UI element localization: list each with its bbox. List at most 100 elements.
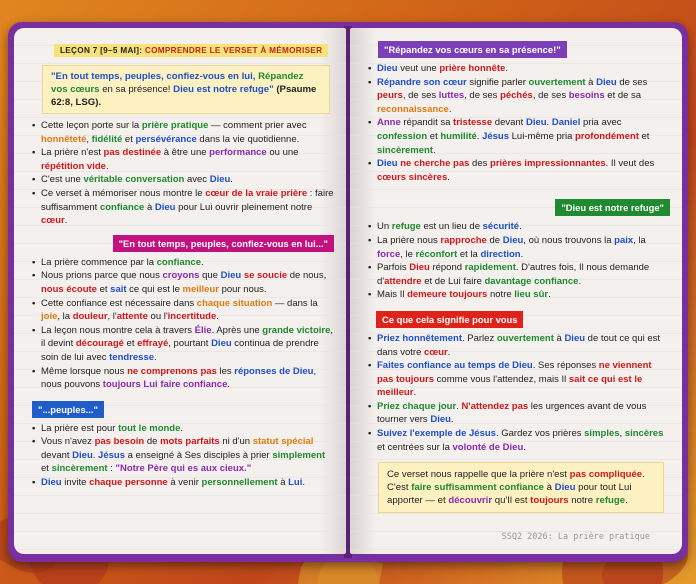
- text-span: pas besoin: [94, 436, 145, 448]
- text-span: se soucie: [243, 270, 288, 282]
- text-span: La prière est pour: [41, 422, 119, 434]
- text-span: de: [486, 234, 503, 246]
- text-span: prière pratique: [141, 120, 209, 131]
- section-tag: "...peuples...": [32, 400, 104, 418]
- text-span: Un: [377, 221, 392, 233]
- text-span: "Notre Père qui es aux cieux.": [115, 463, 252, 475]
- text-span: invite: [61, 477, 90, 489]
- text-span: veut une: [397, 63, 440, 74]
- text-span: et: [122, 133, 136, 145]
- text-span: statut spécial: [252, 436, 314, 448]
- text-span: à: [277, 477, 289, 489]
- text-span: prière honnête: [439, 63, 506, 74]
- text-span: Même lorsque nous: [41, 365, 128, 377]
- text-span: , de ses: [402, 90, 439, 102]
- text-span: refuge: [391, 221, 421, 233]
- text-span: devant: [41, 449, 73, 461]
- list-item: Mais Il demeure toujours notre lieu sûr.: [368, 288, 670, 302]
- text-span: toujours: [530, 495, 569, 507]
- text-span: véritable conversation: [83, 174, 185, 186]
- section-tag: "Répandez vos cœurs en sa présence!": [378, 41, 567, 58]
- text-span: Jésus: [98, 449, 125, 461]
- text-span: . Parlez: [462, 332, 497, 344]
- text-span: Dieu: [525, 117, 547, 129]
- text-span: Ce verset nous rappelle que la prière n'…: [387, 469, 570, 481]
- text-span: ou l': [147, 311, 168, 323]
- text-span: , le: [400, 248, 416, 260]
- text-span: avec: [184, 174, 210, 186]
- text-span: que: [199, 270, 221, 282]
- text-span: faire suffisamment confiance: [411, 482, 544, 494]
- text-span: réconfort: [415, 248, 458, 260]
- text-span: .: [227, 379, 231, 391]
- text-span: cœur de la vraie prière: [205, 187, 308, 199]
- text-span: lieu sûr: [514, 289, 549, 301]
- text-span: persévérance: [135, 133, 197, 145]
- text-span: et centrées sur la: [377, 441, 453, 453]
- text-span: tendresse: [109, 351, 155, 363]
- text-span: prières impressionnantes: [490, 158, 606, 170]
- list-item: Dieu veut une prière honnête.: [368, 62, 670, 76]
- text-span: répétition vide: [41, 160, 106, 172]
- text-span: personnellement: [201, 477, 278, 489]
- text-span: Lui-même pria: [509, 130, 575, 142]
- intro-list: Cette leçon porte sur la prière pratique…: [32, 119, 334, 228]
- text-span: .: [578, 275, 582, 287]
- text-span: et: [638, 130, 650, 142]
- text-span: .: [216, 311, 219, 323]
- text-span: Dieu: [72, 449, 93, 461]
- list-item: Cette leçon porte sur la prière pratique…: [32, 119, 334, 146]
- text-span: cœur: [41, 215, 65, 227]
- text-span: Dieu: [209, 174, 231, 186]
- text-span: simples: [584, 428, 620, 440]
- text-span: rapidement: [464, 262, 516, 274]
- text-span: sécurité: [482, 221, 520, 233]
- text-span: joie: [41, 311, 58, 323]
- text-span: péchés: [500, 90, 533, 102]
- text-span: performance: [209, 147, 267, 159]
- text-span: croyons: [162, 270, 200, 282]
- list-item: Répandre son cœur signifie parler ouvert…: [368, 76, 670, 117]
- text-span: , la: [57, 311, 73, 323]
- text-span: Dieu: [596, 76, 617, 88]
- text-span: .: [548, 289, 551, 301]
- section-tag: "Dieu est notre refuge": [555, 199, 670, 217]
- text-span: ouvertement: [496, 332, 554, 344]
- lesson-header: LEÇON 7 [9–5 MAI]: COMPRENDRE LE VERSET …: [54, 44, 329, 57]
- text-span: Faites confiance au temps de Dieu: [377, 360, 533, 372]
- text-span: Parfois: [377, 262, 410, 274]
- list-item: La prière commence par la confiance.: [32, 256, 334, 270]
- text-span: .: [201, 256, 204, 268]
- list-item: Priez honnêtement. Parlez ouvertement à …: [368, 332, 670, 359]
- list-item: Anne répandit sa tristesse devant Dieu. …: [368, 116, 670, 157]
- text-span: , de ses: [464, 90, 501, 102]
- text-span: La leçon nous montre cela à travers: [41, 324, 195, 336]
- text-span: notre: [568, 495, 596, 507]
- text-span: grande victoire: [262, 324, 331, 336]
- text-span: Cette leçon porte sur la: [41, 120, 142, 131]
- honest-prayer-list: Dieu veut une prière honnête. Répandre s…: [368, 62, 670, 184]
- text-span: . Ses réponses: [532, 360, 599, 372]
- text-span: Dieu: [211, 338, 232, 350]
- text-span: pour Lui ouvrir pleinement notre: [175, 201, 313, 213]
- text-span: Dieu: [41, 477, 62, 489]
- text-span: toujours Lui faire confiance: [102, 379, 228, 391]
- text-span: et de sa: [604, 90, 642, 102]
- text-span: à être une: [161, 147, 210, 159]
- text-span: — comment prier avec: [208, 120, 307, 131]
- text-span: ne cherche pas: [400, 158, 470, 170]
- text-span: Dieu: [409, 262, 430, 274]
- list-item: Cette confiance est nécessaire dans chaq…: [32, 297, 334, 324]
- text-span: .: [413, 387, 417, 399]
- list-item: Faites confiance au temps de Dieu. Ses r…: [368, 359, 670, 400]
- list-item: La prière n'est pas destinée à être une …: [32, 146, 334, 173]
- text-span: Élie: [194, 324, 212, 336]
- text-span: mots parfaits: [160, 436, 220, 448]
- memory-verse-box: "En tout temps, peuples, confiez-vous en…: [42, 65, 330, 114]
- text-span: paix: [614, 234, 634, 246]
- text-span: signifie parler: [466, 76, 529, 88]
- text-span: direction: [480, 248, 521, 260]
- text-span: besoins: [568, 90, 605, 102]
- text-span: et la: [457, 248, 481, 260]
- text-span: La prière n'est: [41, 147, 104, 159]
